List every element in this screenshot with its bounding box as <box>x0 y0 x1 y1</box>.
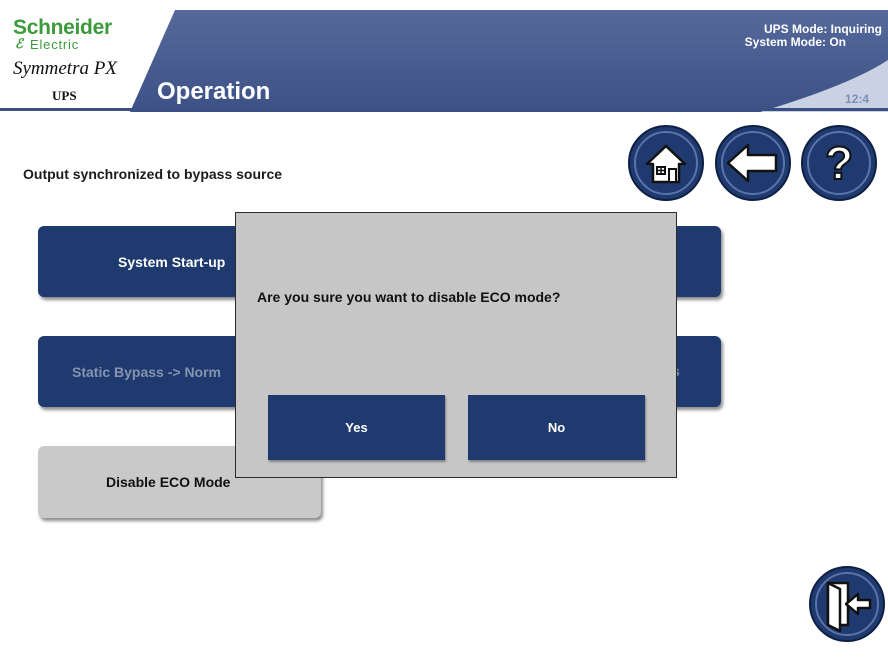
home-button[interactable] <box>627 124 705 202</box>
static-bypass-label: Static Bypass -> Norm <box>72 364 221 380</box>
page-title: Operation <box>157 78 271 105</box>
brand-logo: Schneider <box>13 16 112 39</box>
dialog-message: Are you sure you want to disable ECO mod… <box>257 289 561 305</box>
model-name: UPS <box>52 88 77 103</box>
header-bar <box>0 0 888 112</box>
dialog-no-button[interactable]: No <box>468 395 645 460</box>
back-button[interactable] <box>714 124 792 202</box>
brand-logo-mark-icon: ℰ <box>15 37 23 52</box>
question-mark-icon: ? <box>801 125 877 201</box>
confirm-dialog: Are you sure you want to disable ECO mod… <box>235 212 677 478</box>
system-mode-status: System Mode: On <box>744 35 846 49</box>
exit-door-icon <box>809 566 885 642</box>
exit-button[interactable] <box>808 565 886 643</box>
brand-sub-logo: Electric <box>30 37 80 52</box>
product-name: Symmetra PX <box>13 58 117 79</box>
svg-text:?: ? <box>825 137 853 189</box>
system-startup-label: System Start-up <box>118 254 226 270</box>
home-icon <box>628 125 704 201</box>
dialog-yes-button[interactable]: Yes <box>268 395 445 460</box>
status-message: Output synchronized to bypass source <box>23 166 283 182</box>
disable-eco-mode-label: Disable ECO Mode <box>106 474 231 490</box>
ups-operation-screen: Schneider ℰ Electric Symmetra PX UPS Ope… <box>0 0 888 663</box>
clock: 12:4 <box>845 92 870 106</box>
help-button[interactable]: ? <box>800 124 878 202</box>
arrow-left-icon <box>715 125 791 201</box>
